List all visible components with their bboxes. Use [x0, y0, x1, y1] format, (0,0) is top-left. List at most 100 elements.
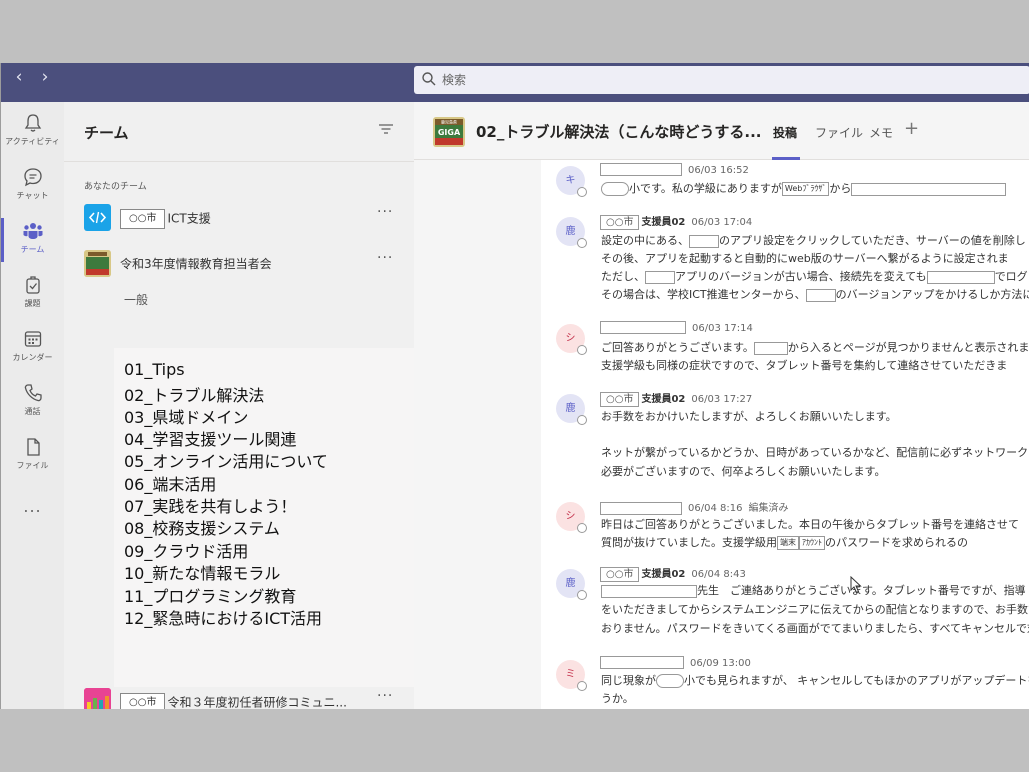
redacted-field	[601, 182, 629, 196]
timestamp: 06/04 8:16	[688, 503, 743, 514]
redacted-field	[851, 182, 1007, 196]
status-icon	[577, 238, 587, 248]
avatar-initial: 鹿	[565, 578, 576, 589]
status-icon	[577, 187, 587, 197]
tab-files[interactable]: ファイル	[815, 124, 863, 141]
team-row-new-teachers[interactable]: ○○市 令和３年度初任者研修コミュニ... ···	[64, 686, 414, 709]
text-fragment: 同じ現象が	[601, 674, 656, 687]
rail-item-chat[interactable]: チャット	[1, 166, 64, 201]
channel-item[interactable]: 09_クラウド活用	[124, 538, 248, 562]
teams-window: ‹ › アクティビティ チャット	[0, 63, 1029, 709]
rail-item-activity[interactable]: アクティビティ	[1, 112, 64, 147]
message-header: ○○市 支援員02 06/04 8:43	[600, 565, 746, 582]
more-options-button[interactable]: ···	[377, 204, 393, 220]
more-apps-button[interactable]: ...	[1, 497, 64, 516]
text-fragment: アプリのバージョンが古い場合、接続先を変えても	[675, 270, 927, 283]
channel-item[interactable]: 10_新たな情報モラル	[124, 560, 280, 584]
avatar: キ	[556, 166, 587, 197]
redacted-tag: ｱｶｳﾝﾄ	[799, 536, 825, 550]
back-arrow-icon[interactable]: ‹	[9, 67, 29, 87]
more-options-button[interactable]: ···	[377, 688, 393, 704]
text-fragment: でログ	[994, 270, 1028, 283]
bell-icon	[24, 114, 41, 132]
more-options-button[interactable]: ···	[377, 250, 393, 266]
channel-item[interactable]: 05_オンライン活用について	[124, 448, 328, 472]
message-text: うか。	[601, 692, 634, 705]
channel-item[interactable]: 11_プログラミング教育	[124, 583, 296, 607]
message-text: 昨日はご回答ありがとうございました。本日の午後からタブレット番号を連絡させて	[601, 518, 1019, 531]
redacted-name	[600, 501, 682, 515]
message-text: その場合は、学校ICT推進センターから、 のバージョンアップをかけるしか方法に	[601, 286, 1029, 302]
message-text: 支援学級も同様の症状ですので、タブレット番号を集約して連絡させていただきま	[601, 359, 1008, 372]
team-row-info-education[interactable]: 令和3年度情報教育担当者会 ···	[64, 248, 414, 280]
giga-logo-icon	[84, 250, 111, 277]
channel-title: 02_トラブル解決法（こんな時どうする...	[476, 123, 762, 141]
team-name-text: 令和3年度情報教育担当者会	[120, 257, 272, 271]
avatar-initial: ミ	[565, 669, 576, 680]
redacted-field	[656, 674, 684, 688]
rail-item-assignments[interactable]: 課題	[1, 274, 64, 309]
channel-item[interactable]: 04_学習支援ツール関連	[124, 426, 296, 450]
text-fragment: から入るとページが見つかりませんと表示されま	[787, 341, 1029, 354]
redacted-field	[645, 270, 675, 284]
message-text: お手数をおかけいたしますが、よろしくお願いいたします。	[601, 410, 897, 423]
channel-content: 鹿児島県 GIGA 02_トラブル解決法（こんな時どうする... 投稿 ファイル…	[414, 102, 1029, 709]
redacted-name	[600, 321, 686, 334]
text-fragment: 質問が抜けていました。支援学級用	[601, 536, 777, 549]
title-bar: ‹ ›	[1, 63, 1029, 102]
rail-item-files[interactable]: ファイル	[1, 436, 64, 471]
redacted-org: ○○市	[600, 215, 640, 230]
message-text: おりません。パスワードをきいてくる画面がでてまいりましたら、すべてキャンセルで対…	[601, 622, 1029, 635]
channel-avatar: 鹿児島県 GIGA	[433, 117, 465, 147]
avatar: 鹿	[556, 394, 587, 425]
team-row-ict-support[interactable]: ○○市 ICT支援 ···	[64, 202, 414, 234]
text-fragment: ただし、	[601, 270, 645, 283]
rail-item-calls[interactable]: 通話	[1, 382, 64, 417]
teams-header: チーム	[64, 102, 414, 162]
author-name: 支援員02	[641, 569, 686, 580]
team-name: ○○市 ICT支援	[120, 209, 211, 229]
team-avatar	[84, 250, 111, 277]
file-icon	[26, 438, 40, 456]
giga-logo-icon: 鹿児島県 GIGA	[433, 117, 465, 147]
forward-arrow-icon[interactable]: ›	[35, 67, 55, 87]
filter-icon[interactable]	[379, 124, 393, 136]
message-header: 06/09 13:00	[600, 656, 751, 669]
channel-item[interactable]: 01_Tips	[124, 360, 185, 379]
channel-item[interactable]: 07_実践を共有しよう！	[124, 493, 296, 517]
message-header: 06/04 8:16 編集済み	[600, 499, 788, 515]
timestamp: 06/03 17:14	[692, 322, 753, 334]
search-box[interactable]	[414, 66, 1029, 94]
rail-item-calendar[interactable]: カレンダー	[1, 328, 64, 363]
message-header: 06/03 16:52	[600, 163, 749, 176]
channel-header: 鹿児島県 GIGA 02_トラブル解決法（こんな時どうする... 投稿 ファイル…	[414, 102, 1029, 160]
tab-notes[interactable]: メモ	[869, 124, 893, 141]
add-tab-button[interactable]: +	[904, 118, 919, 139]
chat-icon	[23, 168, 42, 187]
teams-title: チーム	[84, 124, 129, 142]
channel-list: 01_Tips 02_トラブル解決法 03_県域ドメイン 04_学習支援ツール関…	[114, 348, 414, 687]
message-header: ○○市 支援員02 06/03 17:27	[600, 390, 752, 407]
message-text: 同じ現象が 小でも見られますが、 キャンセルしてもほかのアプリがアップデートを	[601, 672, 1029, 688]
channel-item[interactable]: 08_校務支援システム	[124, 515, 280, 539]
channel-item[interactable]: 03_県域ドメイン	[124, 404, 248, 428]
channel-item[interactable]: 06_端末活用	[124, 471, 216, 495]
search-input[interactable]	[442, 70, 1002, 90]
logo-text-top: 鹿児島県	[441, 119, 457, 125]
status-icon	[577, 590, 587, 600]
message-text: ただし、 アプリのバージョンが古い場合、接続先を変えても でログ	[601, 268, 1028, 284]
rail-item-teams[interactable]: チーム	[1, 220, 64, 255]
timestamp: 06/04 8:43	[691, 569, 746, 580]
phone-icon	[24, 384, 42, 402]
channel-item[interactable]: 12_緊急時におけるICT活用	[124, 605, 322, 629]
tab-posts[interactable]: 投稿	[773, 124, 797, 141]
text-fragment: のパスワードを求められるの	[825, 536, 968, 549]
channel-item[interactable]: 02_トラブル解決法	[124, 382, 264, 406]
message-text: をいただきましてからシステムエンジニアに伝えてからの配信となりますので、お手数で	[601, 603, 1029, 616]
avatar-initial: 鹿	[565, 226, 576, 237]
redacted-field	[926, 270, 995, 284]
redacted-name	[600, 163, 682, 176]
channel-general[interactable]: 一般	[124, 291, 148, 308]
message-text: 必要がございますので、何卒よろしくお願いいたします。	[601, 465, 886, 478]
avatar-initial: シ	[565, 511, 576, 522]
